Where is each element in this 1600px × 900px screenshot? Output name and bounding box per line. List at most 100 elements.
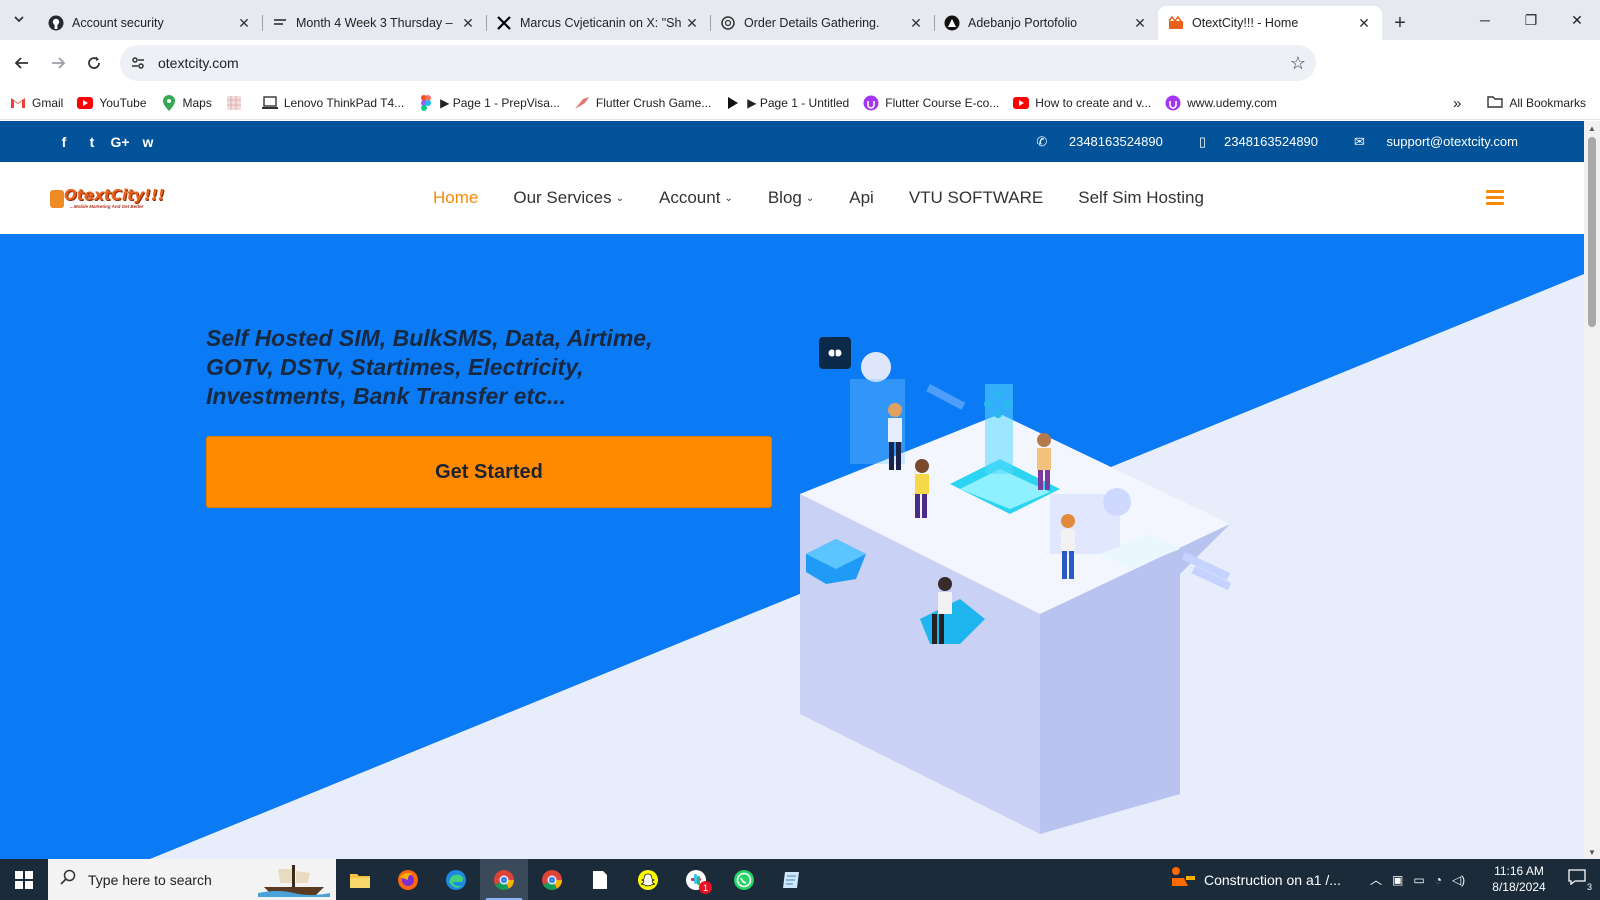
tab-0[interactable]: Account security ✕ — [38, 6, 262, 40]
doc-icon — [272, 15, 288, 31]
forward-button[interactable] — [40, 45, 76, 81]
chevron-up-icon[interactable]: ︿ — [1370, 871, 1382, 888]
menu-item-vtu-software[interactable]: VTU SOFTWARE — [904, 188, 1043, 208]
tab-title: Month 4 Week 3 Thursday – — [296, 16, 453, 30]
get-started-button[interactable]: Get Started — [206, 436, 772, 508]
restore-button[interactable]: ❐ — [1508, 0, 1554, 40]
menu-item-account[interactable]: Account ⌄ — [654, 188, 733, 208]
bookmark-untitled[interactable]: ▶ Page 1 - Untitled — [725, 95, 849, 111]
bookmark-flutter-crush[interactable]: Flutter Crush Game... — [574, 95, 711, 111]
twitter-icon[interactable]: t — [78, 134, 106, 150]
hamburger-menu-icon[interactable] — [1486, 190, 1504, 206]
bookmark-gmail[interactable]: Gmail — [10, 95, 63, 111]
minimize-button[interactable]: ─ — [1462, 0, 1508, 40]
ai-badge-icon[interactable] — [819, 337, 851, 369]
close-icon[interactable]: ✕ — [1356, 15, 1372, 32]
taskbar-notification[interactable]: Construction on a1 /... — [1170, 859, 1341, 900]
person-figure — [915, 459, 929, 518]
reload-button[interactable] — [76, 45, 112, 81]
url-text[interactable]: otextcity.com — [158, 55, 239, 71]
menu-item-blog[interactable]: Blog ⌄ — [763, 188, 814, 208]
close-icon[interactable]: ✕ — [1132, 15, 1148, 32]
taskbar-search[interactable]: Type here to search — [48, 859, 336, 900]
firefox-icon[interactable] — [384, 859, 432, 900]
document-icon[interactable] — [576, 859, 624, 900]
close-window-button[interactable]: ✕ — [1554, 0, 1600, 40]
close-icon[interactable]: ✕ — [460, 15, 476, 32]
scroll-thumb[interactable] — [1588, 137, 1596, 327]
bookmark-maps[interactable]: Maps — [161, 94, 212, 111]
tab-title: Account security — [72, 16, 164, 30]
chrome-icon-active[interactable] — [480, 859, 528, 900]
meet-now-icon[interactable]: ▣ — [1392, 873, 1403, 887]
address-bar[interactable]: otextcity.com ☆ — [120, 45, 1316, 81]
phone-contact[interactable]: ✆ 2348163524890 — [1018, 134, 1163, 150]
mobile-contact[interactable]: ▯ 2348163524890 — [1181, 134, 1318, 150]
system-tray: ︿ ▣ ▭ ◔ ◁) — [1370, 859, 1475, 900]
bookmark-lenovo[interactable]: Lenovo ThinkPad T4... — [261, 95, 404, 111]
chrome-icon[interactable] — [528, 859, 576, 900]
taskbar-clock[interactable]: 11:16 AM 8/18/2024 — [1480, 863, 1558, 895]
menu-item-self-sim-hosting[interactable]: Self Sim Hosting — [1073, 188, 1204, 208]
scroll-up-icon[interactable]: ▲ — [1584, 121, 1600, 135]
tab-5-active[interactable]: OtextCity!!! - Home ✕ — [1158, 6, 1382, 40]
menu-item-api[interactable]: Api — [844, 188, 874, 208]
all-bookmarks-button[interactable]: All Bookmarks — [1509, 96, 1586, 110]
slack-icon[interactable]: 1 — [672, 859, 720, 900]
hero-section: Self Hosted SIM, BulkSMS, Data, Airtime,… — [0, 234, 1584, 859]
facebook-icon[interactable]: f — [50, 134, 78, 150]
bookmark-label: Maps — [182, 95, 212, 110]
close-icon[interactable]: ✕ — [684, 15, 700, 32]
tab-1[interactable]: Month 4 Week 3 Thursday – ✕ — [262, 6, 486, 40]
bookmarks-right: » All Bookmarks — [1453, 86, 1586, 120]
email-contact[interactable]: ✉ support@otextcity.com — [1336, 134, 1518, 150]
tab-strip: Account security ✕ Month 4 Week 3 Thursd… — [0, 0, 1600, 40]
tab-title: Marcus Cvjeticanin on X: "Sh — [520, 16, 682, 30]
bookmark-youtube[interactable]: YouTube — [77, 95, 147, 111]
menu-label: Blog — [767, 188, 802, 207]
menu-item-home[interactable]: Home — [428, 188, 478, 208]
scroll-down-icon[interactable]: ▼ — [1584, 845, 1600, 859]
whatsapp-app-icon[interactable] — [720, 859, 768, 900]
bookmark-label: How to create and v... — [1035, 95, 1152, 110]
tab-2[interactable]: Marcus Cvjeticanin on X: "Sh ✕ — [486, 6, 710, 40]
arrow-right-icon — [52, 57, 66, 69]
bookmark-star-icon[interactable]: ☆ — [1290, 53, 1306, 74]
windows-start-button[interactable] — [0, 859, 48, 900]
edge-icon[interactable] — [432, 859, 480, 900]
action-center-icon[interactable]: 3 — [1568, 869, 1592, 892]
portfolio-icon — [944, 15, 960, 31]
site-info-icon[interactable] — [120, 45, 156, 81]
google-plus-icon[interactable]: G+ — [106, 134, 134, 150]
wifi-icon[interactable]: ◔ — [1435, 873, 1442, 887]
site-logo[interactable]: OtextCity!!! ...Mobile Marketing And Get… — [50, 184, 165, 214]
social-links: f t G+ w — [50, 134, 162, 150]
snapchat-icon[interactable] — [624, 859, 672, 900]
chevron-down-icon — [13, 13, 25, 28]
battery-icon[interactable]: ▭ — [1413, 873, 1424, 887]
notepad-icon[interactable] — [768, 859, 816, 900]
volume-icon[interactable]: ◁) — [1452, 873, 1465, 887]
bookmark-how-to-create[interactable]: How to create and v... — [1013, 95, 1151, 111]
tab-4[interactable]: Adebanjo Portofolio ✕ — [934, 6, 1158, 40]
bookmark-grid[interactable] — [226, 95, 248, 111]
whatsapp-icon[interactable]: w — [134, 134, 162, 150]
menu-label: Home — [433, 188, 479, 207]
close-icon[interactable]: ✕ — [908, 15, 924, 32]
close-icon[interactable]: ✕ — [236, 15, 252, 32]
tab-title: Order Details Gathering. — [744, 16, 880, 30]
page-scrollbar[interactable]: ▲ ▼ — [1584, 121, 1600, 859]
menu-item-our-services[interactable]: Our Services ⌄ — [508, 188, 624, 208]
bookmark-flutter-course[interactable]: Flutter Course E-co... — [863, 95, 999, 111]
tab-3[interactable]: Order Details Gathering. ✕ — [710, 6, 934, 40]
logo-tagline: ...Mobile Marketing And Get Better — [70, 204, 144, 209]
bookmark-udemy[interactable]: www.udemy.com — [1165, 95, 1277, 111]
bookmarks-overflow-icon[interactable]: » — [1453, 95, 1461, 112]
new-tab-button[interactable]: + — [1382, 6, 1418, 40]
clock-date: 8/18/2024 — [1492, 880, 1546, 894]
bookmark-prepvisa[interactable]: ▶ Page 1 - PrepVisa... — [418, 94, 560, 111]
back-button[interactable] — [4, 45, 40, 81]
search-placeholder: Type here to search — [88, 871, 212, 888]
file-explorer-icon[interactable] — [336, 859, 384, 900]
tab-search-button[interactable] — [0, 0, 38, 40]
